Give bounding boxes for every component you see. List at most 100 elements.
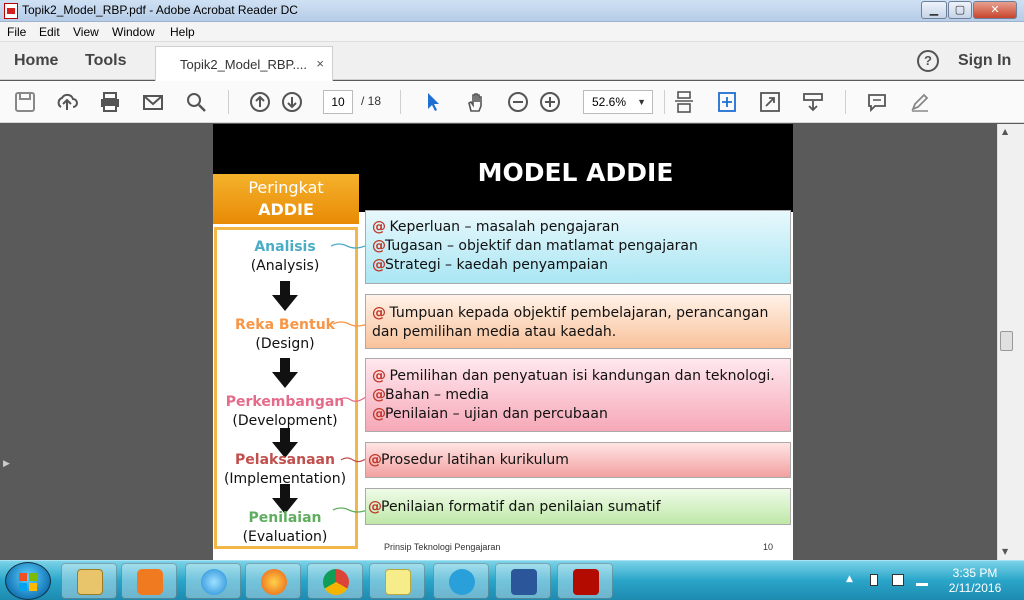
pdf-page: MODEL ADDIE Peringkat ADDIE Analisis (An… bbox=[213, 124, 793, 560]
comment-icon[interactable] bbox=[866, 91, 888, 113]
chrome-icon bbox=[323, 569, 349, 595]
acrobat-reader-icon bbox=[573, 569, 599, 595]
zoom-value: 52.6% bbox=[592, 95, 627, 109]
slide-footer-text: Prinsip Teknologi Pengajaran bbox=[384, 542, 501, 552]
stage-english: (Evaluation) bbox=[242, 529, 328, 545]
description-box-evaluation: @Penilaian formatif dan penilaian sumati… bbox=[365, 488, 791, 525]
menu-window[interactable]: Window bbox=[112, 25, 155, 39]
box-line: dan pemilihan media atau kaedah. bbox=[372, 324, 617, 340]
scroll-up-icon[interactable]: ▲ bbox=[1002, 127, 1008, 136]
down-arrow-icon bbox=[272, 281, 298, 311]
scroll-mode-icon[interactable] bbox=[673, 91, 695, 113]
toolbar-divider bbox=[228, 90, 229, 114]
box-line: @Bahan – media bbox=[372, 387, 490, 403]
right-panel-strip bbox=[1014, 124, 1024, 560]
vertical-scrollbar[interactable]: ▲ ▼ bbox=[997, 124, 1014, 560]
box-line: @Tugasan – objektif dan matlamat pengaja… bbox=[372, 238, 698, 254]
description-box-analysis: @ Keperluan – masalah pengajaran @Tugasa… bbox=[365, 210, 791, 284]
menu-bar: File Edit View Window Help bbox=[0, 22, 1024, 42]
document-tab-label: Topik2_Model_RBP.... bbox=[180, 57, 307, 72]
menu-view[interactable]: View bbox=[73, 25, 99, 39]
sticky-notes-icon bbox=[385, 569, 411, 595]
left-panel-toggle-icon[interactable]: ▶ bbox=[3, 459, 10, 469]
taskbar-media-player[interactable] bbox=[121, 563, 177, 599]
chevron-down-icon: ▼ bbox=[637, 97, 646, 107]
help-icon[interactable]: ? bbox=[917, 50, 939, 72]
tab-bar: Home Tools Topik2_Model_RBP.... × ? Sign… bbox=[0, 42, 1024, 81]
system-clock[interactable]: 3:35 PM 2/11/2016 bbox=[940, 566, 1010, 596]
internet-explorer-icon bbox=[201, 569, 227, 595]
menu-help[interactable]: Help bbox=[170, 25, 195, 39]
cloud-upload-icon[interactable] bbox=[56, 91, 78, 113]
toolbar-divider bbox=[664, 90, 665, 114]
page-total: / 18 bbox=[361, 94, 382, 108]
toolbar-divider bbox=[845, 90, 846, 114]
windows-taskbar: ▲ 3:35 PM 2/11/2016 bbox=[0, 560, 1024, 600]
taskbar-acrobat-reader[interactable] bbox=[557, 563, 613, 599]
minimize-button[interactable]: ▁ bbox=[921, 1, 947, 19]
box-line: @Strategi – kaedah penyampaian bbox=[372, 257, 609, 273]
tab-home[interactable]: Home bbox=[14, 52, 58, 70]
slide-page-number: 10 bbox=[763, 542, 774, 552]
save-icon[interactable] bbox=[14, 91, 36, 113]
tray-expand-icon[interactable]: ▲ bbox=[846, 574, 858, 586]
description-box-development: @ Pemilihan dan penyatuan isi kandungan … bbox=[365, 358, 791, 432]
window-title: Topik2_Model_RBP.pdf - Adobe Acrobat Rea… bbox=[22, 3, 298, 17]
box-line: @ Tumpuan kepada objektif pembelajaran, … bbox=[372, 305, 769, 321]
fit-page-icon[interactable] bbox=[716, 91, 738, 113]
zoom-in-icon[interactable] bbox=[539, 91, 561, 113]
read-mode-icon[interactable] bbox=[802, 91, 824, 113]
close-tab-icon[interactable]: × bbox=[316, 56, 324, 71]
search-icon[interactable] bbox=[185, 91, 207, 113]
firefox-icon bbox=[261, 569, 287, 595]
zoom-out-icon[interactable] bbox=[507, 91, 529, 113]
toolbar: / 18 52.6% ▼ bbox=[0, 81, 1024, 123]
box-line: @Prosedur latihan kurikulum bbox=[368, 452, 569, 468]
taskbar-chrome[interactable] bbox=[307, 563, 363, 599]
select-cursor-icon[interactable] bbox=[422, 91, 444, 113]
box-line: @ Keperluan – masalah pengajaran bbox=[372, 219, 620, 235]
window-title-bar: Topik2_Model_RBP.pdf - Adobe Acrobat Rea… bbox=[0, 0, 1024, 22]
system-tray: ▲ 3:35 PM 2/11/2016 bbox=[840, 561, 1024, 600]
box-line: @ Pemilihan dan penyatuan isi kandungan … bbox=[372, 368, 775, 384]
description-box-design: @ Tumpuan kepada objektif pembelajaran, … bbox=[365, 294, 791, 349]
taskbar-firefox[interactable] bbox=[245, 563, 301, 599]
close-window-button[interactable]: ✕ bbox=[973, 1, 1017, 19]
action-center-icon[interactable] bbox=[892, 574, 904, 586]
taskbar-sticky-notes[interactable] bbox=[369, 563, 425, 599]
acrobat-app-icon bbox=[4, 3, 18, 19]
clock-date: 2/11/2016 bbox=[948, 581, 1002, 595]
battery-icon[interactable] bbox=[870, 574, 878, 586]
start-button[interactable] bbox=[5, 562, 51, 600]
page-number-input[interactable] bbox=[323, 90, 353, 114]
telegram-icon bbox=[449, 569, 475, 595]
document-tab[interactable]: Topik2_Model_RBP.... × bbox=[155, 46, 333, 81]
down-arrow-icon bbox=[272, 358, 298, 388]
sign-in-link[interactable]: Sign In bbox=[958, 52, 1011, 70]
full-screen-icon[interactable] bbox=[759, 91, 781, 113]
tab-tools[interactable]: Tools bbox=[85, 52, 126, 70]
clock-time: 3:35 PM bbox=[952, 566, 998, 580]
taskbar-internet-explorer[interactable] bbox=[185, 563, 241, 599]
menu-file[interactable]: File bbox=[7, 25, 26, 39]
hand-tool-icon[interactable] bbox=[465, 91, 487, 113]
taskbar-file-explorer[interactable] bbox=[61, 563, 117, 599]
previous-page-icon[interactable] bbox=[249, 91, 271, 113]
addie-label-line1: Peringkat bbox=[248, 178, 324, 197]
email-icon[interactable] bbox=[142, 91, 164, 113]
menu-edit[interactable]: Edit bbox=[39, 25, 60, 39]
toolbar-divider bbox=[400, 90, 401, 114]
addie-phase-label: Peringkat ADDIE bbox=[213, 174, 359, 224]
box-line: @Penilaian formatif dan penilaian sumati… bbox=[368, 499, 661, 515]
taskbar-telegram[interactable] bbox=[433, 563, 489, 599]
taskbar-word[interactable] bbox=[495, 563, 551, 599]
next-page-icon[interactable] bbox=[281, 91, 303, 113]
scrollbar-thumb[interactable] bbox=[1000, 331, 1013, 351]
zoom-select[interactable]: 52.6% ▼ bbox=[583, 90, 653, 114]
scroll-down-icon[interactable]: ▼ bbox=[1002, 547, 1008, 556]
print-icon[interactable] bbox=[99, 91, 121, 113]
network-signal-icon[interactable] bbox=[916, 574, 928, 586]
folder-icon bbox=[77, 569, 103, 595]
maximize-button[interactable]: ▢ bbox=[948, 1, 972, 19]
highlight-pen-icon[interactable] bbox=[909, 91, 931, 113]
